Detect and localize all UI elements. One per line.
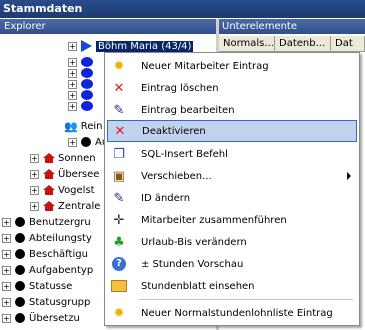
house-icon [43,185,55,195]
red-x-icon: ✕ [114,123,126,139]
sql-copy-icon: ❐ [113,146,125,162]
tree-item-label: Aufgabentyp [29,264,94,276]
tree-item-label: Böhm Maria (43/4) [96,40,194,52]
expand-icon[interactable]: + [2,249,11,259]
tree-item-department[interactable]: + Sonnen [30,150,96,166]
sun-icon: ✹ [113,305,125,321]
tree-item-department[interactable]: + Übersee [30,166,99,182]
bullet-icon [15,233,25,243]
tree-item-label: Statusse [29,280,73,292]
menu-item-deaktivieren[interactable]: ✕ Deaktivieren [107,120,357,142]
expand-icon[interactable]: + [68,137,77,147]
move-icon: ▣ [112,168,126,184]
house-icon [43,169,55,179]
expand-icon[interactable]: + [2,217,11,227]
menu-item-eintrag-bearbeiten[interactable]: ✎ Eintrag bearbeiten [107,99,357,121]
red-x-icon: ✕ [113,80,125,96]
expand-icon[interactable]: + [30,169,39,179]
tree-item-category[interactable]: + Benutzergru [2,214,91,230]
menu-item-stunden-vorschau[interactable]: ? ± Stunden Vorschau [107,253,357,275]
tree-item-label: Rein [80,120,103,132]
column-headers: Normals... Datenb... Dat [219,36,365,52]
menu-item-eintrag-loeschen[interactable]: ✕ Eintrag löschen [107,77,357,99]
menu-item-neuer-mitarbeiter[interactable]: ✹ Neuer Mitarbeiter Eintrag [107,55,357,77]
tree-item-label: Sonnen [58,152,96,164]
tree-item-department[interactable]: + Vogelst [30,182,95,198]
tree-item-label: Statusgrupp [29,296,91,308]
tree-item-rein[interactable]: 👥 Rein [64,118,102,134]
menu-item-stundenblatt[interactable]: Stundenblatt einsehen [107,275,357,297]
people-icon: 👥 [64,119,78,133]
tree-item-department[interactable]: + Zentrale [30,198,100,214]
expand-icon[interactable]: + [30,153,39,163]
bullet-icon [81,137,91,147]
tree-item-category[interactable]: + Abteilungsty [2,230,92,246]
tree-item-label: Übersetzu [29,312,80,324]
column-header-dat[interactable]: Dat [331,36,365,52]
menu-item-normalstundenlohnliste[interactable]: ✹ Neuer Normalstundenlohnliste Eintrag [107,302,357,324]
expand-icon[interactable]: + [30,185,39,195]
column-header-normals[interactable]: Normals... [219,36,275,52]
explorer-header: Explorer [0,19,216,34]
menu-item-id-aendern[interactable]: ✎ ID ändern [107,187,357,209]
bullet-icon [15,297,25,307]
menu-item-verschieben[interactable]: ▣ Verschieben... [107,165,357,187]
bullet-icon [15,265,25,275]
expand-icon[interactable]: + [2,233,11,243]
menu-separator [139,299,353,300]
bullet-icon [15,249,25,259]
column-header-datenb[interactable]: Datenb... [275,36,331,52]
tree-item-label: Benutzergru [29,216,91,228]
menu-item-zusammenfuehren[interactable]: ✛ Mitarbeiter zusammenführen [107,209,357,231]
unterelemente-header: Unterelemente [219,19,365,34]
tree-item-label: Vogelst [58,184,95,196]
bullet-icon [15,313,25,323]
expand-icon[interactable]: + [2,313,11,323]
bullet-icon [15,217,25,227]
bullet-icon [15,281,25,291]
menu-item-sql-insert[interactable]: ❐ SQL-Insert Befehl [107,143,357,165]
tree-item-category[interactable]: + Übersetzu [2,310,80,326]
folder-icon [107,275,131,297]
employee-icon [81,101,93,111]
expand-icon[interactable]: + [2,281,11,291]
context-menu: ✹ Neuer Mitarbeiter Eintrag ✕ Eintrag lö… [104,52,360,326]
edit-pen-icon: ✎ [113,190,125,206]
edit-pen-icon: ✎ [113,102,125,118]
tree-item-label: Abteilungsty [29,232,92,244]
palm-icon: ♣ [113,234,125,250]
tree-item-label: Zentrale [58,200,101,212]
house-icon [43,153,55,163]
tree-item-employee[interactable]: + [68,98,93,114]
expand-icon[interactable]: + [2,297,11,307]
tree-item-category[interactable]: + Aufgabentyp [2,262,93,278]
expand-icon[interactable]: + [68,41,77,51]
question-icon: ? [107,253,131,275]
expand-icon[interactable]: + [68,101,77,111]
expand-icon[interactable]: + [30,201,39,211]
tree-item-category[interactable]: + Statusgrupp [2,294,90,310]
sun-icon: ✹ [113,58,125,74]
tree-item-category[interactable]: + Statusse [2,278,72,294]
tree-item-label: Übersee [58,168,100,180]
window-title: Stammdaten [0,0,365,18]
menu-item-urlaub-bis[interactable]: ♣ Urlaub-Bis verändern [107,231,357,253]
employee-arrow-icon [81,40,92,52]
expand-icon[interactable]: + [2,265,11,275]
submenu-arrow-icon [347,172,351,180]
tree-item-label: Beschäftigu [29,248,88,260]
tree-item-category[interactable]: + Beschäftigu [2,246,88,262]
house-icon [43,201,55,211]
merge-icon: ✛ [113,212,125,228]
